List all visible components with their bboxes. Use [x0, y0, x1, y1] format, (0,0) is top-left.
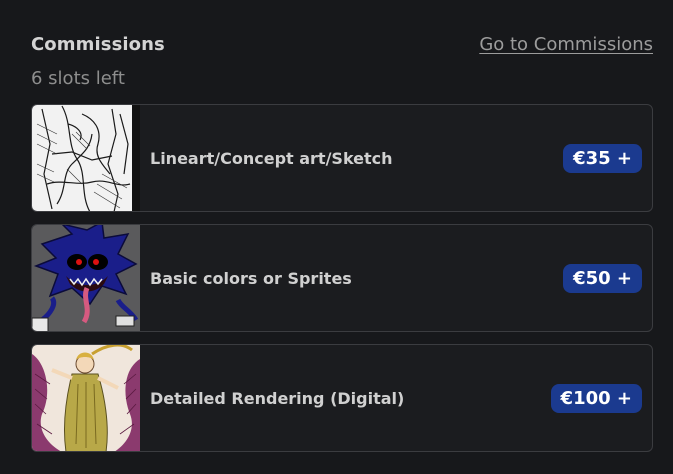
price-badge: €35 + [563, 143, 642, 173]
commission-list: Lineart/Concept art/Sketch €35 + Basic c… [31, 104, 653, 452]
commissions-panel: Commissions Go to Commissions 6 slots le… [0, 0, 673, 474]
commission-label: Detailed Rendering (Digital) [150, 388, 405, 408]
price-badge: €100 + [550, 383, 642, 413]
sprite-thumbnail-icon [32, 225, 140, 331]
commission-label: Basic colors or Sprites [150, 268, 352, 288]
commissions-header: Commissions Go to Commissions [31, 30, 653, 58]
go-to-commissions-link[interactable]: Go to Commissions [479, 34, 653, 55]
rendering-thumbnail-icon [32, 345, 140, 451]
commission-label: Lineart/Concept art/Sketch [150, 148, 393, 168]
slots-left-text: 6 slots left [31, 68, 125, 89]
commission-card-lineart[interactable]: Lineart/Concept art/Sketch €35 + [31, 104, 653, 212]
price-badge: €50 + [563, 263, 642, 293]
section-title: Commissions [31, 33, 165, 55]
sketch-thumbnail-icon [32, 105, 140, 211]
commission-card-rendering[interactable]: Detailed Rendering (Digital) €100 + [31, 344, 653, 452]
commission-card-sprites[interactable]: Basic colors or Sprites €50 + [31, 224, 653, 332]
